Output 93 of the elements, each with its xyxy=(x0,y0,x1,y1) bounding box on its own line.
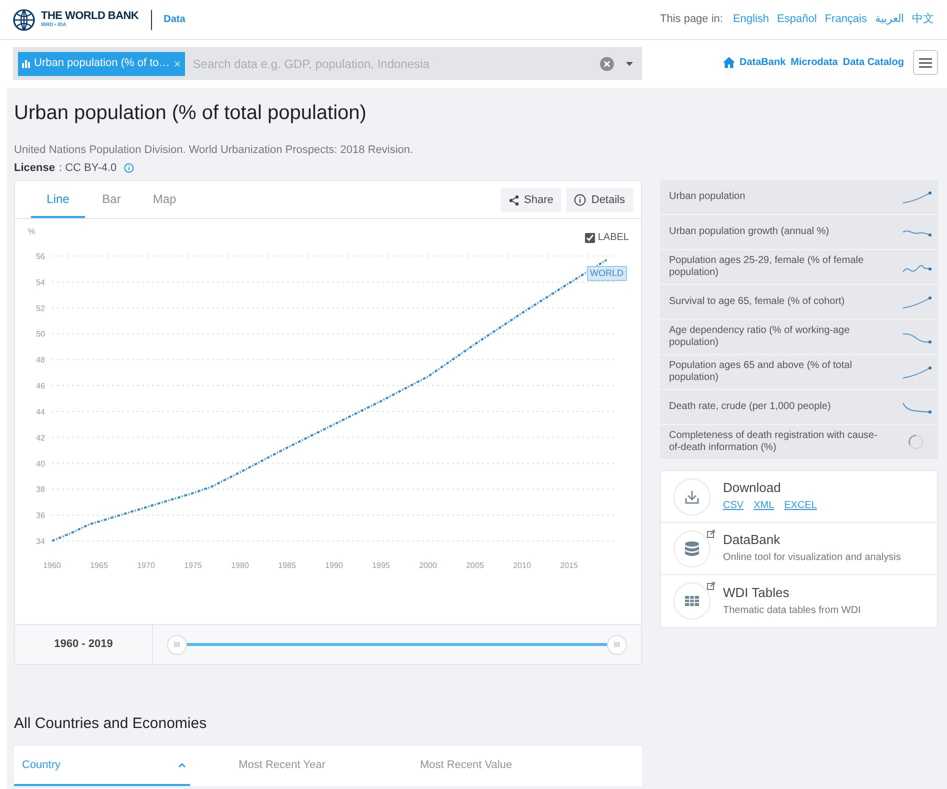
sparkline-icon xyxy=(902,190,932,204)
y-tick-label: 40 xyxy=(36,459,45,468)
caret-icon[interactable] xyxy=(626,62,633,66)
y-tick-label: 38 xyxy=(36,485,45,494)
x-tick-label: 1985 xyxy=(278,561,296,570)
license-value: : CC BY-4.0 xyxy=(58,161,117,175)
x-tick-label: 2005 xyxy=(466,561,484,570)
share-icon xyxy=(509,194,520,206)
globe-icon xyxy=(13,8,35,30)
related-indicator-item[interactable]: Urban population xyxy=(660,180,938,215)
related-indicator-item[interactable]: Age dependency ratio (% of working-age population) xyxy=(660,320,938,355)
menu-icon xyxy=(919,58,932,68)
y-axis-label: % xyxy=(28,227,36,236)
x-tick-label: 1960 xyxy=(43,561,61,570)
chart-tab[interactable]: Map xyxy=(138,181,191,218)
y-tick-label: 34 xyxy=(36,537,45,546)
related-indicator-item[interactable]: Survival to age 65, female (% of cohort) xyxy=(660,285,938,320)
x-tick-label: 1965 xyxy=(90,561,108,570)
logo-text: THE WORLD BANK xyxy=(41,11,139,22)
y-tick-label: 48 xyxy=(36,356,45,365)
table-icon xyxy=(673,582,711,620)
x-tick-label: 1970 xyxy=(137,561,155,570)
resource-title-link[interactable]: Download xyxy=(723,480,817,496)
x-tick-label: 2015 xyxy=(560,561,578,570)
download-icon xyxy=(673,478,711,516)
y-tick-label: 46 xyxy=(36,382,45,391)
y-tick-label: 56 xyxy=(36,252,45,261)
x-tick-label: 1980 xyxy=(231,561,249,570)
language-link[interactable]: English xyxy=(732,11,770,28)
related-indicator-item[interactable]: Population ages 25-29, female (% of female population) xyxy=(660,250,938,285)
menu-button[interactable] xyxy=(913,50,938,75)
section-link[interactable]: Data xyxy=(164,12,186,27)
related-indicator-item[interactable]: Urban population growth (annual %) xyxy=(660,215,938,250)
resource-description: Thematic data tables from WDI xyxy=(723,604,861,618)
nav-link[interactable]: Data Catalog xyxy=(842,55,904,70)
label-checkbox[interactable] xyxy=(584,232,595,242)
related-indicator-item[interactable]: Population ages 65 and above (% of total population) xyxy=(660,355,938,390)
y-tick-label: 52 xyxy=(36,304,45,313)
details-button[interactable]: Details xyxy=(566,188,633,212)
year-range-label: 1960 - 2019 xyxy=(15,625,153,664)
nav-link[interactable]: DataBank xyxy=(740,55,786,70)
x-tick-label: 1975 xyxy=(184,561,202,570)
sparkline-icon xyxy=(902,364,932,380)
chart-tab[interactable]: Line xyxy=(31,181,85,218)
related-indicator-item[interactable]: Death rate, crude (per 1,000 people) xyxy=(660,390,938,425)
y-tick-label: 54 xyxy=(36,278,45,287)
section-title: All Countries and Economies xyxy=(14,715,208,733)
y-tick-label: 50 xyxy=(36,330,45,339)
resource-title-link[interactable]: DataBank xyxy=(723,532,901,548)
source-text: United Nations Population Division. World Urbanization Prospects: 2018 Revision. xyxy=(14,143,414,157)
license-label: License xyxy=(14,161,55,175)
language-link[interactable]: Español xyxy=(777,11,817,28)
check-icon xyxy=(586,234,594,241)
checkbox-label: LABEL xyxy=(598,231,629,245)
home-icon[interactable] xyxy=(722,57,734,68)
column-header[interactable]: Most Recent Value xyxy=(374,746,558,786)
resource-title-link[interactable]: WDI Tables xyxy=(723,584,861,600)
column-header[interactable]: Country xyxy=(14,746,190,786)
file-format-link[interactable]: EXCEL xyxy=(784,498,817,513)
resource-description: Online tool for visualization and analysis xyxy=(723,551,901,565)
info-icon xyxy=(574,194,586,206)
chart-tab[interactable]: Bar xyxy=(85,181,138,218)
column-header[interactable]: Most Recent Year xyxy=(190,746,374,786)
languages-label: This page in: xyxy=(660,12,723,28)
chip-close-button[interactable]: × xyxy=(174,54,181,72)
info-icon[interactable] xyxy=(124,163,134,173)
x-tick-label: 1995 xyxy=(372,561,390,570)
file-format-link[interactable]: CSV xyxy=(723,498,744,513)
external-link-icon xyxy=(707,530,715,538)
clear-icon[interactable] xyxy=(600,56,614,70)
file-format-link[interactable]: XML xyxy=(754,498,774,513)
y-tick-label: 36 xyxy=(36,511,45,520)
page-title: Urban population (% of total population) xyxy=(14,101,368,126)
sort-icon[interactable] xyxy=(178,762,186,768)
y-tick-label: 44 xyxy=(36,407,45,416)
database-icon xyxy=(673,530,711,568)
language-link[interactable]: 中文 xyxy=(912,11,934,28)
search-field[interactable]: Urban population (% of to… × Search data e.g. GDP, population, Indonesia xyxy=(13,47,642,80)
sparkline-icon xyxy=(902,294,932,310)
nav-link[interactable]: Microdata xyxy=(790,55,838,70)
related-indicator-item[interactable]: Completeness of death registration with cause-of-death information (%) xyxy=(660,425,938,460)
language-link[interactable]: العربية xyxy=(875,11,904,28)
bar-chart-icon xyxy=(22,59,30,68)
external-link-icon xyxy=(707,582,715,590)
y-tick-label: 42 xyxy=(36,433,45,442)
x-tick-label: 2000 xyxy=(419,561,437,570)
selected-indicator-chip[interactable]: Urban population (% of to… xyxy=(34,55,170,72)
language-link[interactable]: Français xyxy=(824,11,867,28)
series-label: WORLD xyxy=(587,266,626,281)
loading-spinner-icon xyxy=(908,434,924,450)
x-tick-label: 2010 xyxy=(513,561,531,570)
share-button[interactable]: Share xyxy=(501,188,562,212)
x-tick-label: 1990 xyxy=(325,561,343,570)
